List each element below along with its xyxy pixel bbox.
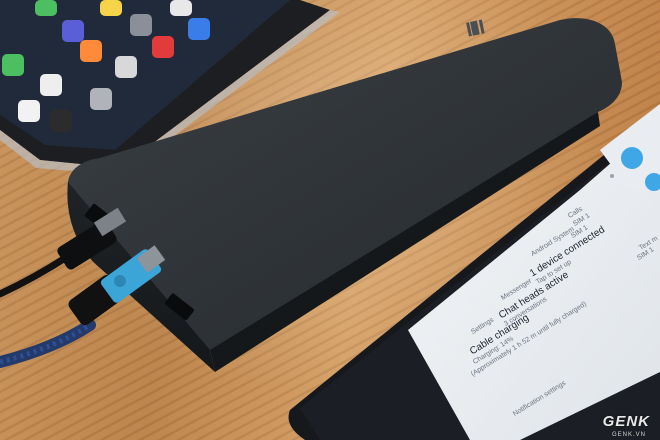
genk-watermark-sub: GENK.VN: [611, 432, 646, 438]
product-photo: Calls SIM 1 Android System SIM 1 1 devic…: [0, 0, 660, 440]
wifi-toggle-icon: [621, 147, 643, 169]
genk-watermark: GENK: [602, 413, 650, 430]
photo-illustration: [0, 0, 660, 440]
cable-logo-icon: [114, 275, 126, 287]
mi-logo: [466, 19, 485, 37]
